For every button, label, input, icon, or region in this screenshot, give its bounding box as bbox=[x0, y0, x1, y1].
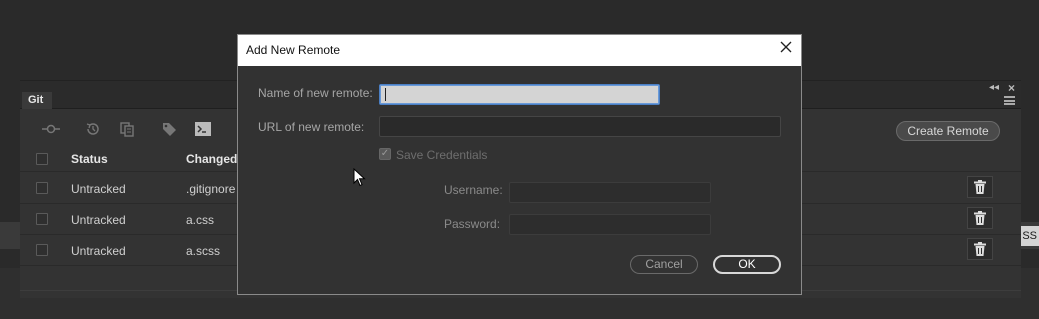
create-remote-button[interactable]: Create Remote bbox=[896, 121, 1000, 141]
tab-git[interactable]: Git bbox=[22, 92, 52, 109]
remote-url-input[interactable] bbox=[379, 116, 781, 137]
trash-icon[interactable] bbox=[967, 207, 993, 229]
name-label: Name of new remote: bbox=[258, 86, 373, 100]
column-status[interactable]: Status bbox=[71, 152, 108, 166]
cancel-button[interactable]: Cancel bbox=[630, 255, 698, 274]
diff-icon[interactable] bbox=[118, 120, 136, 138]
row-file: a.css bbox=[186, 213, 215, 227]
mouse-cursor-icon bbox=[353, 168, 366, 187]
row-checkbox[interactable] bbox=[36, 244, 48, 256]
save-credentials-checkbox[interactable]: ✓ bbox=[379, 148, 391, 160]
password-label: Password: bbox=[444, 217, 501, 231]
terminal-icon[interactable] bbox=[194, 120, 212, 138]
panel-close-icon[interactable]: × bbox=[1008, 81, 1015, 95]
remote-name-input[interactable] bbox=[379, 84, 660, 105]
url-label: URL of new remote: bbox=[258, 120, 365, 134]
ok-button[interactable]: OK bbox=[713, 255, 781, 274]
row-status: Untracked bbox=[71, 213, 126, 227]
dialog-title: Add New Remote bbox=[246, 43, 341, 57]
row-file: a.scss bbox=[186, 244, 221, 258]
row-status: Untracked bbox=[71, 244, 126, 258]
row-checkbox[interactable] bbox=[36, 182, 48, 194]
add-remote-dialog: Add New Remote Name of new remote: URL o… bbox=[237, 34, 802, 295]
trash-icon[interactable] bbox=[967, 176, 993, 198]
tag-icon[interactable] bbox=[160, 120, 178, 138]
row-status: Untracked bbox=[71, 182, 126, 196]
dialog-titlebar: Add New Remote bbox=[238, 35, 801, 66]
trash-icon[interactable] bbox=[967, 238, 993, 260]
save-credentials-label: Save Credentials bbox=[396, 148, 488, 162]
username-input[interactable] bbox=[509, 182, 711, 203]
select-all-checkbox[interactable] bbox=[36, 153, 48, 165]
history-icon[interactable] bbox=[84, 120, 102, 138]
collapse-icon[interactable]: ◂◂ bbox=[989, 82, 999, 93]
row-checkbox[interactable] bbox=[36, 213, 48, 225]
close-icon[interactable] bbox=[779, 40, 793, 54]
username-label: Username: bbox=[444, 183, 503, 197]
row-file: .gitignore bbox=[186, 182, 236, 196]
commit-icon[interactable] bbox=[42, 120, 60, 138]
text-caret bbox=[385, 88, 386, 101]
password-input[interactable] bbox=[509, 214, 711, 235]
panel-menu-icon[interactable] bbox=[1004, 96, 1015, 105]
